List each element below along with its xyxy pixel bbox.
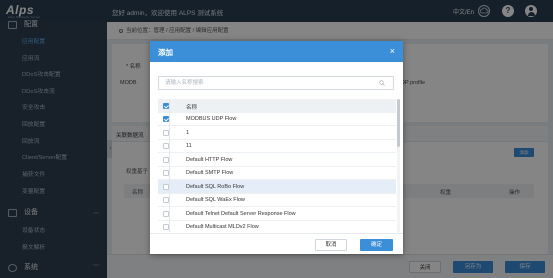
flow-row[interactable]: MODBUS UDP Flow: [158, 113, 396, 126]
flow-row[interactable]: Default Multicast MLDv2 Flow: [158, 221, 396, 233]
add-flow-dialog: 添加 × 名称 MODBUS UDP Flow 1 11 Default HTT…: [150, 41, 403, 254]
flow-name: MODBUS UDP Flow: [186, 116, 237, 122]
flow-name: Default Multicast MLDv2 Flow: [186, 224, 259, 230]
search-input[interactable]: [159, 77, 369, 89]
flow-name: 11: [186, 143, 192, 149]
flow-row[interactable]: 11: [158, 140, 396, 153]
close-icon[interactable]: ×: [390, 45, 395, 57]
flow-row[interactable]: Default SMTP Flow: [158, 167, 396, 180]
dialog-title: 添加: [158, 48, 173, 57]
flow-row[interactable]: Default HTTP Flow: [158, 153, 396, 167]
flow-row[interactable]: 1: [158, 126, 396, 140]
flow-row[interactable]: Default SQL RoBo Flow: [158, 180, 396, 194]
flow-row[interactable]: Default SQL WaEx Flow: [158, 194, 396, 207]
flow-name: Default HTTP Flow: [186, 156, 233, 163]
column-divider: [169, 99, 170, 232]
flow-name: 1: [186, 129, 190, 136]
cancel-button[interactable]: 取消: [315, 239, 347, 251]
search-icon[interactable]: [379, 80, 385, 86]
dialog-footer: 取消 确定: [150, 233, 403, 254]
flow-name: Default SMTP Flow: [186, 170, 234, 176]
flow-list-header: 名称: [158, 99, 396, 113]
dialog-header: 添加 ×: [150, 41, 403, 62]
flow-list-header-name: 名称: [186, 104, 198, 111]
scrollbar-thumb[interactable]: [397, 99, 400, 147]
flow-row[interactable]: Default Telnet Default Server Response F…: [158, 207, 396, 221]
flow-list: 名称 MODBUS UDP Flow 1 11 Default HTTP Flo…: [158, 99, 396, 232]
search-box: [158, 76, 394, 90]
flow-name: Default SQL WaEx Flow: [186, 197, 245, 203]
list-scrollbar[interactable]: [397, 99, 400, 232]
confirm-button[interactable]: 确定: [360, 239, 393, 251]
flow-name: Default SQL RoBo Flow: [186, 183, 245, 190]
flow-name: Default Telnet Default Server Response F…: [186, 210, 296, 217]
